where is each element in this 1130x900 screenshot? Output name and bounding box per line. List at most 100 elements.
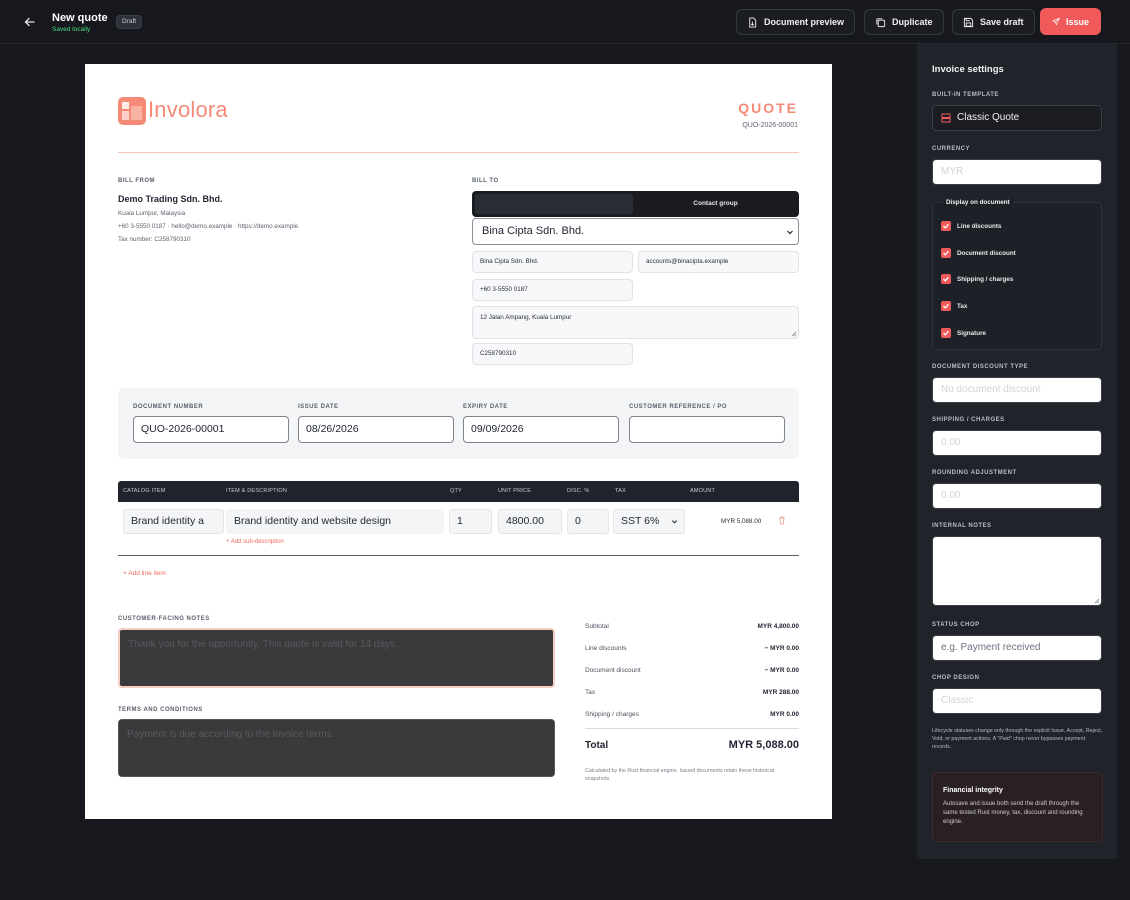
save-status: Saved locally	[52, 26, 91, 33]
lifecycle-note: Lifecycle statuses change only through t…	[932, 728, 1103, 750]
discount-type-select[interactable]: No document discount	[932, 377, 1102, 403]
shipping-charges-label: SHIPPING / CHARGES	[932, 417, 1005, 423]
trash-icon[interactable]	[777, 515, 787, 525]
tax-value: MYR 288.00	[762, 689, 799, 696]
currency-label: CURRENCY	[932, 146, 971, 152]
issue-button[interactable]: Issue	[1040, 8, 1101, 35]
catalog-item-select[interactable]: Brand identity a	[123, 509, 224, 534]
client-phone-field[interactable]: +60 3-5550 0187	[472, 279, 633, 301]
customer-reference-input[interactable]	[629, 416, 785, 443]
chop-design-select[interactable]: Classic	[932, 688, 1102, 714]
display-options: Display on document Line discounts Docum…	[932, 199, 1102, 350]
toggle-option-contact-group[interactable]: Contact group	[635, 194, 796, 214]
add-sub-description-button[interactable]: + Add sub-description	[226, 539, 284, 545]
column-header: AMOUNT	[690, 488, 716, 494]
tax-select[interactable]: SST 6%	[613, 509, 685, 534]
save-draft-button[interactable]: Save draft	[952, 9, 1035, 35]
qty-input[interactable]: 1	[449, 509, 492, 534]
resize-handle-icon[interactable]	[1094, 598, 1100, 604]
client-select[interactable]: Bina Cipta Sdn. Bhd.	[472, 218, 799, 245]
display-option[interactable]: Shipping / charges	[941, 273, 1013, 285]
customer-notes-input[interactable]: Thank you for the opportunity. This quot…	[118, 628, 555, 688]
column-header: DISC. %	[567, 488, 590, 494]
column-header: UNIT PRICE	[498, 488, 532, 494]
column-header: QTY	[450, 488, 462, 494]
chevron-down-icon	[787, 230, 793, 235]
subtotal-value: MYR 4,800.00	[757, 623, 799, 630]
line-discounts-label: Line discounts	[585, 645, 627, 652]
issue-label: Issue	[1065, 16, 1089, 27]
bill-from-label: BILL FROM	[118, 178, 156, 184]
client-name-field[interactable]: Bina Cipta Sdn. Bhd.	[472, 251, 633, 273]
unit-price-input[interactable]: 4800.00	[498, 509, 562, 534]
status-badge: Draft	[116, 15, 143, 29]
resize-handle-icon[interactable]	[791, 331, 797, 337]
checkbox[interactable]	[941, 328, 951, 338]
tax-label: Tax	[585, 689, 596, 696]
client-tax-field[interactable]: C258790310	[472, 343, 633, 365]
check-icon	[943, 250, 949, 256]
duplicate-button[interactable]: Duplicate	[864, 9, 944, 35]
template-select[interactable]: Classic Quote	[932, 105, 1102, 131]
shipping-value: MYR 0.00	[770, 711, 799, 718]
line-discounts-value: − MYR 0.00	[764, 645, 799, 652]
internal-notes-input[interactable]	[932, 536, 1102, 606]
document-icon	[749, 16, 757, 28]
document-discount-label: Document discount	[585, 667, 641, 674]
customer-notes-label: CUSTOMER-FACING NOTES	[118, 616, 210, 622]
display-option[interactable]: Tax	[941, 300, 967, 312]
divider	[118, 152, 799, 153]
line-amount: MYR 5,088.00	[721, 518, 762, 525]
internal-notes-label: INTERNAL NOTES	[932, 523, 992, 529]
display-option[interactable]: Line discounts	[941, 220, 1001, 232]
check-icon	[943, 223, 949, 229]
toggle-option-client[interactable]	[475, 194, 633, 214]
document-number-input[interactable]: QUO-2026-00001	[133, 416, 289, 443]
expiry-date-input[interactable]: 09/09/2026	[463, 416, 619, 443]
settings-panel: Invoice settings BUILT-IN TEMPLATE Class…	[917, 44, 1117, 859]
client-email-field[interactable]: accounts@binacipta.example	[638, 251, 799, 273]
discount-type-label: DOCUMENT DISCOUNT TYPE	[932, 364, 1029, 370]
document-preview-button[interactable]: Document preview	[736, 9, 856, 35]
page-title: New quote	[52, 12, 108, 24]
line-items-header: CATALOG ITEM ITEM & DESCRIPTION QTY UNIT…	[118, 481, 799, 502]
terms-input[interactable]: Payment is due according to the invoice …	[118, 719, 555, 777]
bill-to-toggle: Contact group	[472, 191, 799, 217]
checkbox[interactable]	[941, 301, 951, 311]
add-line-item-button[interactable]: + Add line item	[123, 570, 166, 577]
back-button[interactable]	[16, 8, 44, 36]
document-page: Involora QUOTE QUO-2026-00001 BILL FROM …	[85, 64, 832, 819]
top-bar: New quote Saved locally Draft Document p…	[0, 0, 1130, 44]
document-type: QUOTE	[738, 100, 798, 116]
checkbox[interactable]	[941, 248, 951, 258]
brand-logo	[118, 97, 146, 125]
checkbox[interactable]	[941, 221, 951, 231]
template-label: BUILT-IN TEMPLATE	[932, 92, 999, 98]
template-icon	[941, 113, 951, 123]
checkbox[interactable]	[941, 274, 951, 284]
brand-name: Involora	[148, 97, 228, 122]
document-preview-label: Document preview	[764, 17, 845, 27]
bill-from-tax: Tax number: C258790310	[118, 236, 191, 243]
document-meta: DOCUMENT NUMBER ISSUE DATE EXPIRY DATE C…	[118, 388, 799, 459]
duplicate-label: Duplicate	[892, 17, 933, 27]
total-value: MYR 5,088.00	[728, 739, 799, 751]
discount-input[interactable]: 0	[567, 509, 609, 534]
shipping-charges-input[interactable]: 0.00	[932, 430, 1102, 456]
issue-date-input[interactable]: 08/26/2026	[298, 416, 454, 443]
tax-select-value: SST 6%	[621, 515, 660, 527]
document-number-heading: QUO-2026-00001	[742, 122, 798, 129]
rounding-input[interactable]: 0.00	[932, 483, 1102, 509]
check-icon	[943, 330, 949, 336]
check-icon	[943, 276, 949, 282]
document-discount-value: − MYR 0.00	[764, 667, 799, 674]
client-address-field[interactable]: 12 Jalan Ampang, Kuala Lumpur	[472, 306, 799, 339]
item-description-input[interactable]: Brand identity and website design	[226, 509, 444, 534]
chevron-down-icon	[671, 520, 678, 524]
status-chop-input[interactable]: e.g. Payment received	[932, 635, 1102, 661]
display-option[interactable]: Signature	[941, 327, 986, 339]
column-header: CATALOG ITEM	[123, 488, 166, 494]
currency-input[interactable]: MYR	[932, 159, 1102, 185]
display-option[interactable]: Document discount	[941, 247, 1016, 259]
expiry-date-label: EXPIRY DATE	[463, 404, 508, 410]
